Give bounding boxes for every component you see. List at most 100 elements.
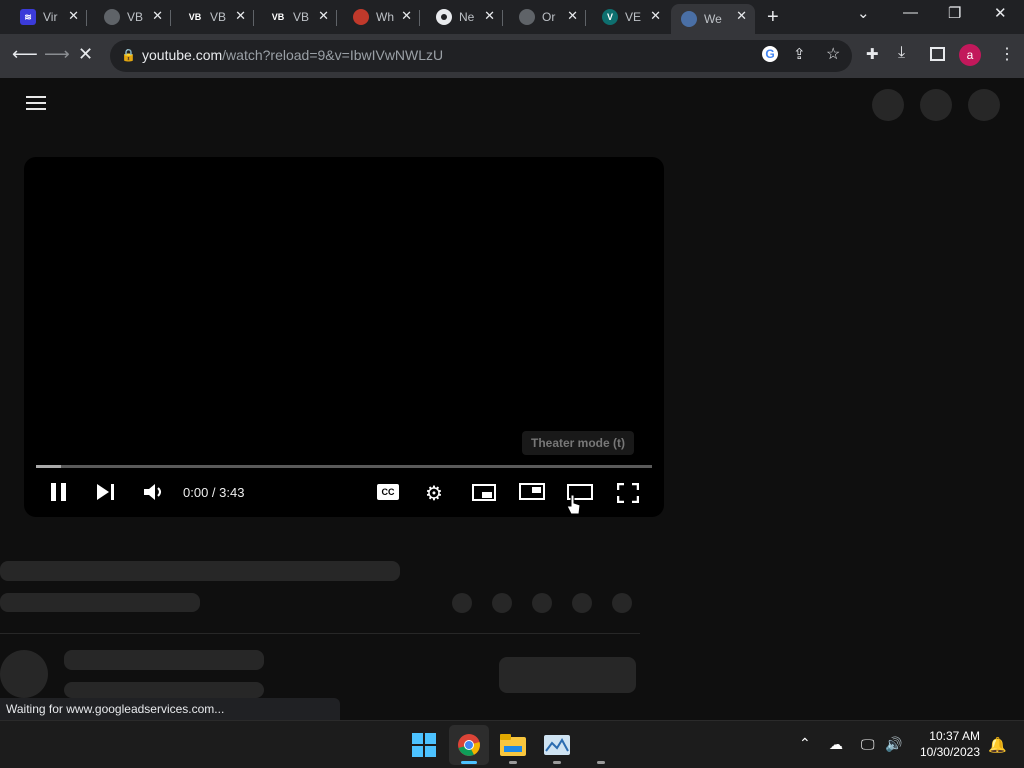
vb-logo-icon: VB bbox=[188, 12, 202, 22]
new-tab-button[interactable]: + bbox=[767, 6, 779, 29]
speaker-icon[interactable]: 🔊 bbox=[885, 736, 902, 753]
miniplayer-icon[interactable] bbox=[472, 484, 496, 506]
captions-icon[interactable]: CC bbox=[377, 484, 399, 500]
picture-in-picture-icon[interactable] bbox=[519, 483, 545, 505]
browser-tab[interactable]: Wh ✕ bbox=[333, 4, 420, 30]
tab-title: VE bbox=[625, 10, 642, 24]
tab-title: VB bbox=[210, 10, 227, 24]
hamburger-menu-icon[interactable] bbox=[26, 96, 46, 114]
restore-icon[interactable]: ❐ bbox=[948, 4, 961, 22]
app-indicator bbox=[509, 761, 517, 764]
close-tab-icon[interactable]: ✕ bbox=[152, 8, 163, 24]
app-indicator bbox=[597, 761, 605, 764]
profile-avatar[interactable]: a bbox=[959, 44, 981, 66]
placeholder-circle bbox=[920, 89, 952, 121]
tray-overflow-chevron-icon[interactable]: ⌃ bbox=[799, 735, 811, 752]
vb-logo-icon: VB bbox=[271, 12, 285, 22]
globe-icon bbox=[104, 9, 120, 25]
active-app-indicator bbox=[461, 761, 477, 764]
close-tab-icon[interactable]: ✕ bbox=[484, 8, 495, 24]
loading-globe-icon bbox=[681, 11, 697, 27]
chrome-icon bbox=[436, 9, 452, 25]
browser-tab[interactable]: Or ✕ bbox=[499, 4, 586, 30]
onedrive-cloud-icon[interactable]: ☁ bbox=[829, 736, 843, 753]
lock-icon[interactable]: 🔒 bbox=[121, 48, 136, 62]
tab-title: Wh bbox=[376, 10, 394, 24]
notification-bell-icon[interactable]: 🔔 bbox=[988, 736, 1007, 754]
channel-name-skeleton bbox=[64, 650, 264, 670]
app-indicator bbox=[553, 761, 561, 764]
browser-tab[interactable]: V VE ✕ bbox=[582, 4, 669, 30]
theater-mode-tooltip: Theater mode (t) bbox=[522, 431, 635, 455]
close-window-icon[interactable]: ✕ bbox=[994, 4, 1007, 22]
close-tab-icon[interactable]: ✕ bbox=[736, 8, 747, 24]
tab-title: VB bbox=[293, 10, 310, 24]
clock-date: 10/30/2023 bbox=[919, 745, 980, 759]
url-path: /watch?reload=9&v=IbwIVwNWLzU bbox=[222, 47, 444, 63]
start-button[interactable] bbox=[404, 725, 444, 765]
photos-app-icon[interactable] bbox=[537, 725, 577, 765]
progress-buffered bbox=[36, 465, 61, 468]
mouse-cursor-icon bbox=[566, 494, 582, 521]
taskbar-clock[interactable]: 10:37 AM 10/30/2023 bbox=[914, 728, 980, 760]
tab-title: Vir bbox=[43, 10, 58, 24]
forward-icon[interactable]: ⟶ bbox=[44, 44, 70, 65]
extensions-icon[interactable]: ✚ bbox=[866, 45, 879, 63]
fullscreen-icon[interactable] bbox=[616, 482, 640, 508]
active-browser-tab[interactable]: We ✕ bbox=[671, 4, 755, 34]
browser-tab[interactable]: VB VB ✕ bbox=[250, 4, 337, 30]
title-skeleton bbox=[0, 561, 400, 581]
close-tab-icon[interactable]: ✕ bbox=[68, 8, 79, 24]
subscribe-button-skeleton bbox=[499, 657, 636, 693]
chrome-taskbar-icon[interactable] bbox=[449, 725, 489, 765]
placeholder-circle bbox=[872, 89, 904, 121]
back-icon[interactable]: ⟵ bbox=[12, 44, 38, 65]
google-lens-icon[interactable]: G bbox=[762, 46, 778, 62]
red-favicon-icon bbox=[353, 9, 369, 25]
video-player[interactable] bbox=[24, 157, 664, 517]
minimize-icon[interactable]: — bbox=[903, 4, 918, 21]
url-text[interactable]: youtube.com/watch?reload=9&v=IbwIVwNWLzU bbox=[142, 47, 443, 63]
browser-tab[interactable]: Ne ✕ bbox=[416, 4, 503, 30]
browser-tab[interactable]: VB VB ✕ bbox=[167, 4, 254, 30]
bookmark-star-icon[interactable]: ☆ bbox=[826, 44, 840, 64]
divider bbox=[0, 633, 640, 634]
progress-bar[interactable] bbox=[36, 465, 652, 468]
close-tab-icon[interactable]: ✕ bbox=[318, 8, 329, 24]
action-skeleton bbox=[612, 593, 632, 613]
menu-kebab-icon[interactable]: ⋮ bbox=[999, 44, 1015, 64]
tab-title: We bbox=[704, 12, 722, 26]
file-explorer-icon[interactable] bbox=[493, 725, 533, 765]
url-host: youtube.com bbox=[142, 47, 223, 63]
download-icon[interactable]: ⤓ bbox=[898, 44, 905, 62]
volume-icon[interactable] bbox=[143, 483, 165, 506]
share-icon[interactable]: ⇪ bbox=[793, 45, 806, 63]
browser-tab[interactable]: VB ✕ bbox=[84, 4, 171, 30]
tab-search-icon[interactable]: ⌄ bbox=[857, 4, 870, 22]
close-tab-icon[interactable]: ✕ bbox=[235, 8, 246, 24]
close-tab-icon[interactable]: ✕ bbox=[401, 8, 412, 24]
stop-loading-icon[interactable]: ✕ bbox=[78, 44, 93, 65]
tab-title: VB bbox=[127, 10, 144, 24]
time-display: 0:00 / 3:43 bbox=[183, 485, 245, 500]
meta-skeleton bbox=[0, 593, 200, 612]
clock-time: 10:37 AM bbox=[929, 729, 980, 743]
action-skeleton bbox=[452, 593, 472, 613]
close-tab-icon[interactable]: ✕ bbox=[650, 8, 661, 24]
settings-gear-icon[interactable]: ⚙ bbox=[425, 481, 443, 506]
next-icon[interactable] bbox=[96, 483, 116, 506]
tab-strip: ≋ Vir ✕ VB ✕ VB VB ✕ VB VB ✕ Wh ✕ Ne ✕ O… bbox=[0, 0, 1024, 34]
globe-icon bbox=[519, 9, 535, 25]
tab-title: Ne bbox=[459, 10, 475, 24]
action-skeleton bbox=[572, 593, 592, 613]
network-icon[interactable]: 🖵 bbox=[861, 736, 875, 753]
tab-title: Or bbox=[542, 10, 556, 24]
browser-tab[interactable]: ≋ Vir ✕ bbox=[0, 4, 87, 30]
side-panel-icon[interactable] bbox=[930, 47, 945, 61]
v-favicon-icon: V bbox=[602, 9, 618, 25]
placeholder-circle bbox=[968, 89, 1000, 121]
channel-avatar-skeleton bbox=[0, 650, 48, 698]
vir-favicon-icon: ≋ bbox=[20, 9, 36, 25]
pause-icon[interactable] bbox=[50, 482, 68, 507]
close-tab-icon[interactable]: ✕ bbox=[567, 8, 578, 24]
